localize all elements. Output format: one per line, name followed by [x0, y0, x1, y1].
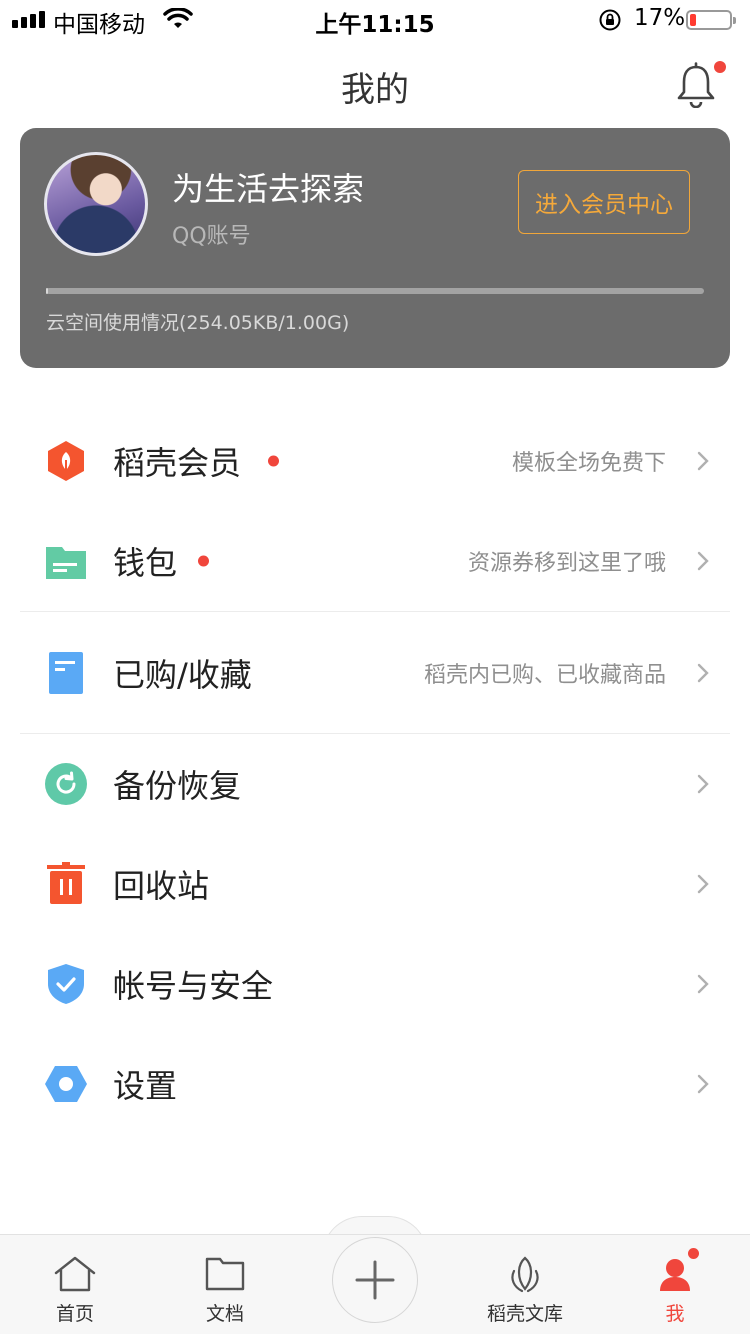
username: 为生活去探索	[172, 170, 365, 208]
menu-label: 回收站	[113, 867, 210, 905]
purchased-icon	[49, 652, 83, 694]
storage-progress-bar	[46, 288, 704, 294]
menu-label: 设置	[113, 1067, 178, 1105]
storage-usage-text: 云空间使用情况(254.05KB/1.00G)	[46, 312, 350, 334]
backup-restore-icon	[45, 763, 87, 805]
menu-label: 稻壳会员	[113, 444, 242, 482]
profile-icon	[660, 1259, 690, 1291]
shield-icon	[48, 964, 84, 1004]
menu-hint: 资源券移到这里了哦	[467, 551, 666, 576]
menu-item-wallet[interactable]: 钱包 资源券移到这里了哦	[0, 511, 750, 611]
settings-icon	[45, 1066, 87, 1102]
divider	[20, 611, 730, 612]
battery-icon	[686, 10, 736, 30]
notification-dot	[714, 61, 726, 73]
menu-item-purchased[interactable]: 已购/收藏 稻壳内已购、已收藏商品	[0, 623, 750, 723]
home-icon	[54, 1256, 96, 1292]
chevron-right-icon	[697, 663, 709, 683]
battery-percent: 17%	[634, 5, 686, 31]
folder-icon	[205, 1257, 245, 1291]
avatar[interactable]	[44, 152, 148, 256]
menu-item-settings[interactable]: 设置	[0, 1034, 750, 1134]
menu-label: 已购/收藏	[113, 656, 252, 694]
tab-label: 稻壳文库	[486, 1303, 563, 1325]
new-dot	[198, 555, 209, 567]
new-dot	[268, 455, 279, 467]
status-bar: 中国移动 上午11:15 17%	[0, 0, 750, 40]
chevron-right-icon	[697, 874, 709, 894]
chevron-right-icon	[697, 774, 709, 794]
tab-docer-library[interactable]: 稻壳文库	[470, 1235, 580, 1335]
docer-library-icon	[511, 1256, 539, 1293]
wallet-icon	[46, 547, 86, 579]
orientation-lock-icon	[599, 9, 621, 31]
tab-badge-dot	[688, 1248, 699, 1259]
docer-vip-icon	[48, 441, 84, 481]
menu-label: 备份恢复	[113, 767, 242, 805]
menu-item-backup[interactable]: 备份恢复	[0, 734, 750, 834]
chevron-right-icon	[697, 974, 709, 994]
page-title: 我的	[341, 70, 409, 110]
tab-label: 文档	[205, 1303, 244, 1325]
menu-label: 帐号与安全	[113, 967, 274, 1005]
chevron-right-icon	[697, 451, 709, 471]
create-button[interactable]	[332, 1237, 418, 1323]
enter-vip-center-button[interactable]: 进入会员中心	[518, 170, 690, 234]
tab-label: 我	[665, 1303, 685, 1325]
menu-label: 钱包	[113, 544, 178, 582]
tab-me[interactable]: 我	[620, 1235, 730, 1335]
plus-icon	[355, 1260, 394, 1299]
account-type: QQ账号	[172, 224, 251, 249]
menu-item-recycle-bin[interactable]: 回收站	[0, 834, 750, 934]
chevron-right-icon	[697, 551, 709, 571]
menu-hint: 稻壳内已购、已收藏商品	[423, 663, 666, 688]
menu-item-account-security[interactable]: 帐号与安全	[0, 934, 750, 1034]
menu-hint: 模板全场免费下	[511, 451, 666, 476]
tab-documents[interactable]: 文档	[170, 1235, 280, 1335]
tab-home[interactable]: 首页	[20, 1235, 130, 1335]
bell-icon[interactable]	[674, 62, 718, 108]
chevron-right-icon	[697, 1074, 709, 1094]
profile-card[interactable]: 为生活去探索 QQ账号 进入会员中心 云空间使用情况(254.05KB/1.00…	[20, 128, 730, 368]
menu-item-vip[interactable]: 稻壳会员 模板全场免费下	[0, 411, 750, 511]
trash-icon	[47, 862, 85, 904]
tab-label: 首页	[55, 1303, 94, 1325]
